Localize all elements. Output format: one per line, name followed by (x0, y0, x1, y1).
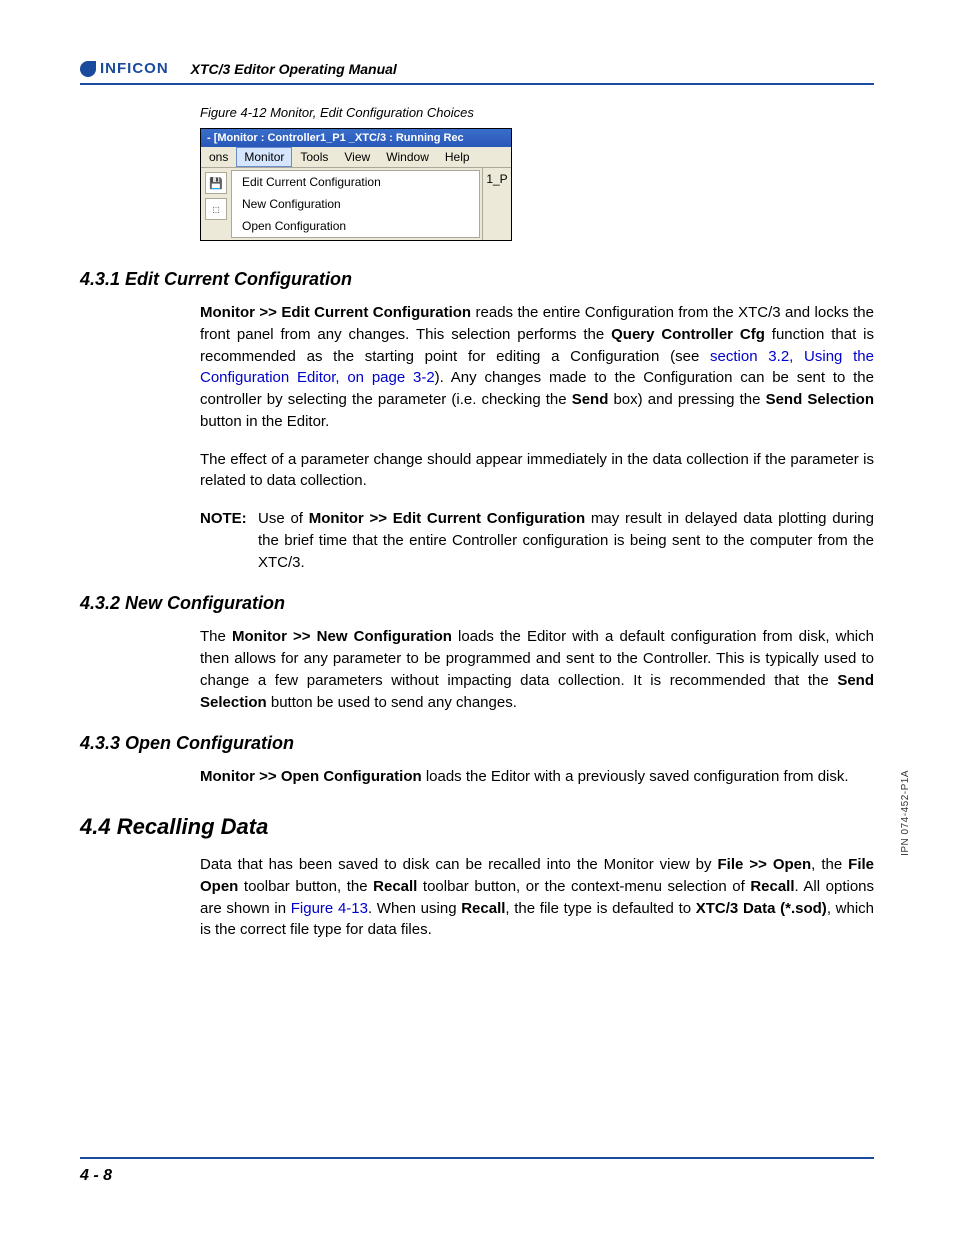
body-text: Use of (258, 510, 309, 527)
body-text: toolbar button, the (238, 878, 373, 895)
page-header: INFICON XTC/3 Editor Operating Manual (80, 60, 874, 85)
body-text: . When using (368, 900, 461, 917)
paragraph-433: Monitor >> Open Configuration loads the … (200, 766, 874, 788)
menu-item-edit-current[interactable]: Edit Current Configuration (232, 171, 479, 193)
menu-truncated[interactable]: ons (201, 147, 236, 167)
bold-text: File >> Open (718, 856, 812, 873)
menu-item-new-config[interactable]: New Configuration (232, 193, 479, 215)
heading-431: 4.3.1 Edit Current Configuration (80, 269, 874, 290)
logo-text: INFICON (100, 60, 169, 77)
heading-44: 4.4 Recalling Data (80, 814, 874, 840)
menu-bar: ons Monitor Tools View Window Help (201, 147, 511, 168)
screenshot-window: - [Monitor : Controller1_P1 _XTC/3 : Run… (200, 128, 512, 241)
logo-icon (80, 61, 96, 77)
save-icon[interactable]: 💾 (205, 172, 227, 194)
body-text: loads the Editor with a previously saved… (422, 768, 849, 785)
body-text: Data that has been saved to disk can be … (200, 856, 718, 873)
figure-caption: Figure 4-12 Monitor, Edit Configuration … (200, 105, 874, 120)
bold-text: Monitor >> Edit Current Configuration (309, 510, 585, 527)
note-431: NOTE: Use of Monitor >> Edit Current Con… (200, 508, 874, 573)
bold-text: XTC/3 Data (*.sod) (696, 900, 827, 917)
side-publication-number: IPN 074-452-P1A (900, 770, 911, 856)
window-title-bar: - [Monitor : Controller1_P1 _XTC/3 : Run… (201, 129, 511, 147)
bold-text: Query Controller Cfg (611, 326, 765, 343)
body-text: toolbar button, or the context-menu sele… (417, 878, 750, 895)
tool-icon[interactable]: ⬚ (205, 198, 227, 220)
monitor-dropdown: Edit Current Configuration New Configura… (231, 170, 480, 238)
body-text: , the (811, 856, 848, 873)
manual-title: XTC/3 Editor Operating Manual (191, 61, 397, 77)
menu-monitor[interactable]: Monitor (236, 147, 292, 167)
menu-item-open-config[interactable]: Open Configuration (232, 215, 479, 237)
bold-text: Recall (750, 878, 794, 895)
bold-text: Recall (373, 878, 417, 895)
brand-logo: INFICON (80, 60, 169, 77)
paragraph-432: The Monitor >> New Configuration loads t… (200, 626, 874, 713)
heading-432: 4.3.2 New Configuration (80, 593, 874, 614)
bold-text: Recall (461, 900, 505, 917)
right-slot-text: 1_P (482, 168, 511, 240)
body-text: button in the Editor. (200, 413, 329, 430)
body-text: The (200, 628, 232, 645)
bold-text: Monitor >> Edit Current Configuration (200, 304, 471, 321)
body-text: button be used to send any changes. (267, 694, 517, 711)
page-footer: 4 - 8 (80, 1157, 874, 1185)
link-figure-413[interactable]: Figure 4-13 (291, 900, 368, 917)
page-number: 4 - 8 (80, 1167, 112, 1184)
bold-text: Monitor >> New Configuration (232, 628, 452, 645)
bold-text: Send Selection (766, 391, 874, 408)
paragraph-431-1: Monitor >> Edit Current Configuration re… (200, 302, 874, 433)
paragraph-431-2: The effect of a parameter change should … (200, 449, 874, 493)
heading-433: 4.3.3 Open Configuration (80, 733, 874, 754)
body-text: box) and pressing the (608, 391, 765, 408)
menu-window[interactable]: Window (378, 147, 437, 167)
menu-view[interactable]: View (336, 147, 378, 167)
body-text: , the file type is defaulted to (505, 900, 695, 917)
paragraph-44: Data that has been saved to disk can be … (200, 854, 874, 941)
note-label: NOTE: (200, 508, 258, 573)
menu-help[interactable]: Help (437, 147, 478, 167)
menu-tools[interactable]: Tools (292, 147, 336, 167)
bold-text: Send (572, 391, 609, 408)
toolbar-icons: 💾 ⬚ (201, 168, 231, 240)
bold-text: Monitor >> Open Configuration (200, 768, 422, 785)
note-body: Use of Monitor >> Edit Current Configura… (258, 508, 874, 573)
